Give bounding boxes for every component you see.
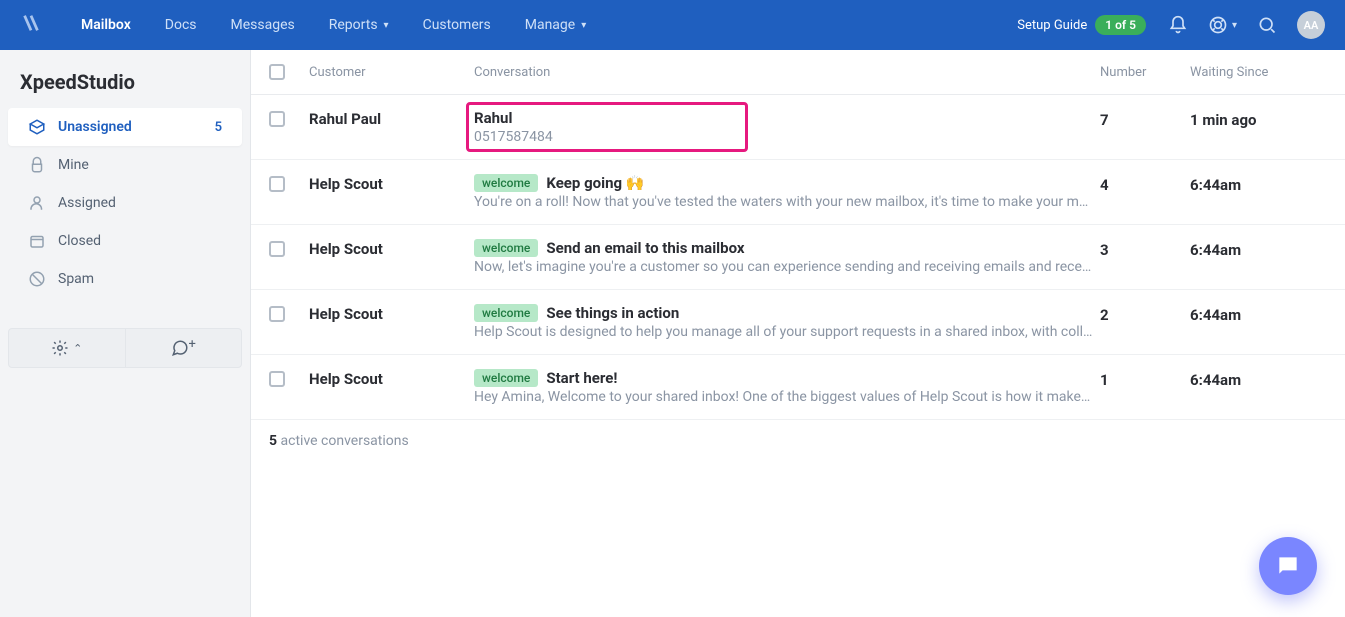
chevron-up-icon: ⌃ [73, 342, 82, 355]
conversation-number: 1 [1100, 369, 1190, 389]
chat-fab[interactable] [1259, 537, 1317, 595]
chevron-down-icon: ▾ [581, 20, 586, 31]
user-avatar[interactable]: AA [1297, 11, 1325, 39]
conversation-preview: You're on a roll! Now that you've tested… [474, 194, 1094, 210]
setup-guide-label: Setup Guide [1017, 18, 1087, 33]
header-number: Number [1100, 65, 1190, 80]
row-checkbox[interactable] [269, 306, 285, 322]
conversation-row[interactable]: Help Scoutwelcome Start here! Hey Amina, W… [251, 355, 1345, 420]
conversation-number: 7 [1100, 109, 1190, 129]
setup-progress-pill: 1 of 5 [1095, 15, 1146, 35]
conversation-number: 3 [1100, 239, 1190, 259]
waiting-since: 6:44am [1190, 174, 1320, 194]
conversation-list: Customer Conversation Number Waiting Sin… [251, 50, 1345, 617]
conversation-tag: welcome [474, 369, 538, 387]
conversation-row[interactable]: Help Scoutwelcome Keep going 🙌 You're on a… [251, 160, 1345, 225]
conversation-subject: Rahul [474, 109, 512, 127]
sidebar-actions: ⌃ + [8, 328, 242, 368]
conversation-tag: welcome [474, 174, 538, 192]
conversation-row[interactable]: Rahul PaulRahul 0517587484 71 min ago [251, 95, 1345, 160]
customer-name: Help Scout [309, 239, 474, 258]
folder-mine[interactable]: Mine [8, 146, 242, 184]
new-conversation-button[interactable]: + [125, 329, 242, 367]
conversation-row[interactable]: Help Scoutwelcome Send an email to this m… [251, 225, 1345, 290]
chevron-down-icon: ▾ [384, 20, 389, 31]
conversation-tag: welcome [474, 304, 538, 322]
customer-name: Help Scout [309, 369, 474, 388]
nav-item-docs[interactable]: Docs [148, 2, 214, 48]
folder-assigned[interactable]: Assigned [8, 184, 242, 222]
nav-links: MailboxDocsMessagesReports▾CustomersMana… [64, 2, 603, 48]
settings-button[interactable]: ⌃ [9, 329, 125, 367]
folder-closed[interactable]: Closed [8, 222, 242, 260]
waiting-since: 6:44am [1190, 304, 1320, 324]
row-checkbox[interactable] [269, 111, 285, 127]
active-conversations-count: 5 active conversations [251, 420, 1345, 462]
chevron-down-icon: ▾ [1232, 20, 1237, 31]
header-conversation: Conversation [474, 65, 1100, 80]
row-checkbox[interactable] [269, 176, 285, 192]
conversation-tag: welcome [474, 239, 538, 257]
conversation-preview: Now, let's imagine you're a customer so … [474, 259, 1094, 275]
waiting-since: 6:44am [1190, 239, 1320, 259]
notifications-icon[interactable] [1168, 15, 1188, 35]
table-header: Customer Conversation Number Waiting Sin… [251, 50, 1345, 95]
conversation-number: 2 [1100, 304, 1190, 324]
header-customer: Customer [309, 65, 474, 80]
sidebar: XpeedStudio Unassigned5MineAssignedClose… [0, 50, 251, 617]
row-checkbox[interactable] [269, 241, 285, 257]
nav-item-mailbox[interactable]: Mailbox [64, 2, 148, 48]
plus-icon: + [189, 337, 196, 352]
header-waiting: Waiting Since [1190, 65, 1320, 80]
setup-guide[interactable]: Setup Guide 1 of 5 [1017, 15, 1146, 35]
help-icon[interactable]: ▾ [1208, 15, 1237, 35]
conversation-subject: Send an email to this mailbox [546, 239, 744, 257]
nav-item-customers[interactable]: Customers [406, 2, 508, 48]
waiting-since: 1 min ago [1190, 109, 1320, 129]
conversation-preview: Hey Amina, Welcome to your shared inbox!… [474, 389, 1094, 405]
app-logo [20, 12, 42, 38]
folder-list: Unassigned5MineAssignedClosedSpam [0, 108, 250, 298]
conversation-preview: 0517587484 [474, 129, 1094, 145]
customer-name: Help Scout [309, 174, 474, 193]
top-nav: MailboxDocsMessagesReports▾CustomersMana… [0, 0, 1345, 50]
conversation-subject: Start here! [546, 369, 617, 387]
conversation-number: 4 [1100, 174, 1190, 194]
conversation-row[interactable]: Help Scoutwelcome See things in action Hel… [251, 290, 1345, 355]
conversation-subject: Keep going 🙌 [546, 174, 644, 192]
nav-item-messages[interactable]: Messages [214, 2, 312, 48]
conversation-subject: See things in action [546, 304, 679, 322]
nav-item-manage[interactable]: Manage▾ [508, 2, 604, 48]
row-checkbox[interactable] [269, 371, 285, 387]
folder-unassigned[interactable]: Unassigned5 [8, 108, 242, 146]
conversation-preview: Help Scout is designed to help you manag… [474, 324, 1094, 340]
select-all-checkbox[interactable] [269, 64, 285, 80]
customer-name: Rahul Paul [309, 109, 474, 128]
nav-item-reports[interactable]: Reports▾ [312, 2, 406, 48]
top-right-icons: ▾ AA [1168, 11, 1325, 39]
customer-name: Help Scout [309, 304, 474, 323]
search-icon[interactable] [1257, 15, 1277, 35]
folder-spam[interactable]: Spam [8, 260, 242, 298]
mailbox-name: XpeedStudio [0, 50, 250, 108]
waiting-since: 6:44am [1190, 369, 1320, 389]
